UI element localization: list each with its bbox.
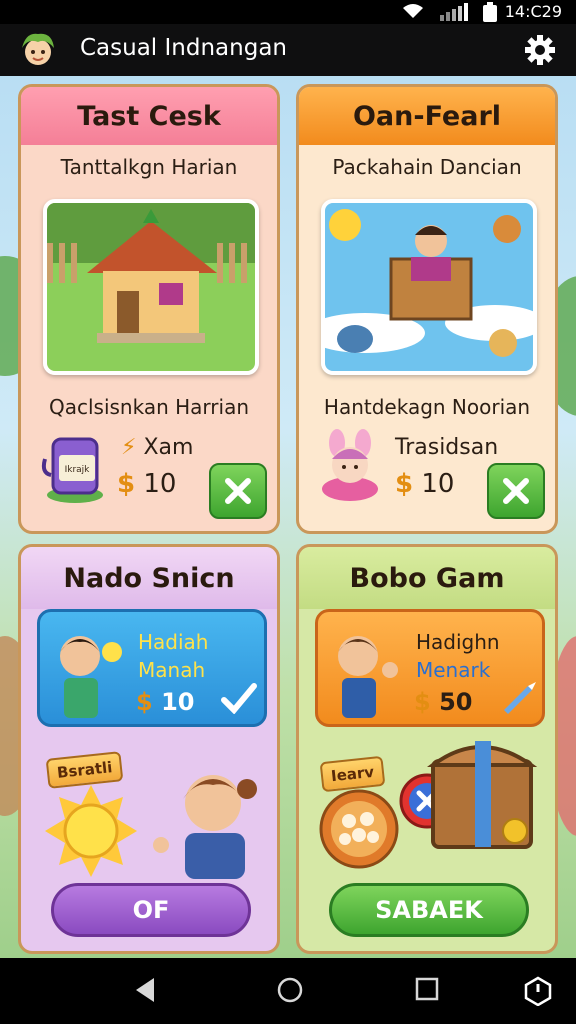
- close-icon: [225, 478, 251, 504]
- signal-icon: [440, 3, 468, 21]
- bunny-character: [322, 429, 378, 501]
- reward-card-left[interactable]: Nado Snicn Hadiah Manah $ 10 Bsratli OF: [18, 544, 280, 954]
- power-icon[interactable]: [524, 976, 552, 1006]
- of-button[interactable]: OF: [51, 883, 251, 937]
- banner-amount: $ 50: [414, 688, 473, 716]
- close-icon: [503, 478, 529, 504]
- dismiss-button[interactable]: [209, 463, 267, 519]
- banner-title: Hadiah: [138, 630, 209, 654]
- app-title: Casual Indnangan: [80, 35, 287, 61]
- home-icon[interactable]: [276, 976, 304, 1004]
- avatar[interactable]: [16, 28, 60, 72]
- boy-character: [338, 636, 398, 718]
- back-icon[interactable]: [132, 976, 158, 1004]
- dismiss-button[interactable]: [487, 463, 545, 519]
- card-label: Hantdekagn Noorian: [323, 395, 531, 419]
- boy-character: [60, 636, 122, 718]
- reward-banner[interactable]: Hadiah Manah $ 10: [37, 609, 267, 727]
- reward-row: ⚡ Xam: [121, 435, 194, 460]
- reward-card-right[interactable]: Bobo Gam Hadighn Menark $ 50 Iearv SABAE…: [296, 544, 558, 954]
- battery-icon: [483, 2, 497, 22]
- card-subtitle: Tanttalkgn Harian: [60, 155, 238, 179]
- reward-banner[interactable]: Hadighn Menark $ 50: [315, 609, 545, 727]
- card-header: Oan-Fearl: [299, 87, 555, 145]
- card-label: Qaclsisnkan Harrian: [48, 395, 250, 419]
- sabaek-button[interactable]: SABAEK: [329, 883, 529, 937]
- card-subtitle: Packahain Dancian: [332, 155, 522, 179]
- app-bar: Casual Indnangan: [0, 24, 576, 76]
- food-plate-icon: [319, 789, 399, 869]
- reward-label: Xam: [143, 435, 194, 460]
- banner-amount: $ 10: [136, 688, 195, 716]
- banner-subtitle: Menark: [416, 658, 491, 682]
- treasure-chest-icon: [426, 741, 538, 849]
- gear-icon[interactable]: [524, 34, 556, 66]
- banner-title: Hadighn: [416, 630, 500, 654]
- recents-icon[interactable]: [414, 976, 440, 1004]
- jar-icon: Ikrajk: [41, 437, 103, 503]
- reward-label: Trasidsan: [395, 435, 499, 460]
- card-header: Tast Cesk: [21, 87, 277, 145]
- card-header: Bobo Gam: [299, 547, 555, 609]
- reward-amount: $ 10: [395, 469, 455, 499]
- card-header: Nado Snicn: [21, 547, 277, 609]
- wifi-icon: [403, 4, 423, 18]
- event-card[interactable]: Oan-Fearl Packahain Dancian Hantdekagn N…: [296, 84, 558, 534]
- treasure-illustration: [321, 199, 537, 375]
- rocket-icon: [504, 682, 536, 714]
- house-illustration: [43, 199, 259, 375]
- check-icon: [221, 683, 257, 714]
- status-bar: 14:C29: [0, 0, 576, 24]
- reward-amount: $ 10: [117, 469, 177, 499]
- status-time: 14:C29: [504, 2, 562, 21]
- jar-label: Ikrajk: [65, 465, 91, 475]
- banner-subtitle: Manah: [138, 658, 206, 682]
- girl-character: [153, 775, 257, 879]
- sun-icon: [45, 785, 137, 877]
- daily-task-card[interactable]: Tast Cesk Tanttalkgn Harian Qaclsisnkan …: [18, 84, 280, 534]
- system-nav-bar: [0, 958, 576, 1024]
